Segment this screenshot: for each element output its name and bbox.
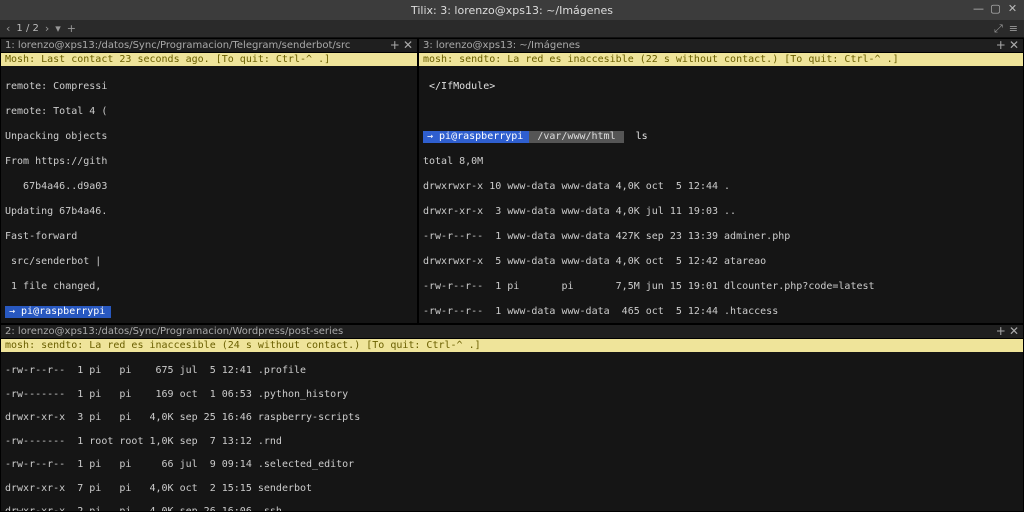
prompt-line: → pi@raspberrypi/var/www/html ls xyxy=(423,131,1019,144)
prompt-line: → pi@raspberrypi xyxy=(5,306,413,319)
pane-title: 3: lorenzo@xps13: ~/Imágenes xyxy=(423,40,580,51)
pane-close-button[interactable]: ✕ xyxy=(1009,38,1019,52)
prompt-command: ls xyxy=(624,131,648,142)
toolbar: ‹ 1 / 2 › ▾ + ⤢ ≡ xyxy=(0,20,1024,38)
fullscreen-button[interactable]: ⤢ xyxy=(994,22,1003,36)
window-minimize-button[interactable]: — xyxy=(973,3,984,14)
pane-add-button[interactable]: + xyxy=(996,324,1006,338)
mosh-status-bar: mosh: sendto: La red es inaccesible (22 … xyxy=(419,53,1023,66)
session-counter: 1 / 2 xyxy=(16,23,38,34)
window-titlebar: Tilix: 3: lorenzo@xps13: ~/Imágenes — ▢ … xyxy=(0,0,1024,20)
window-close-button[interactable]: ✕ xyxy=(1007,3,1018,14)
mosh-status-bar: Mosh: Last contact 23 seconds ago. [To q… xyxy=(1,53,417,66)
pane-close-button[interactable]: ✕ xyxy=(1009,324,1019,338)
pane-titlebar: 1: lorenzo@xps13:/datos/Sync/Programacio… xyxy=(1,39,417,53)
next-session-button[interactable]: › xyxy=(45,22,49,35)
prompt-path: /var/www/html xyxy=(529,131,623,144)
terminal-pane-2[interactable]: 2: lorenzo@xps13:/datos/Sync/Programacio… xyxy=(0,324,1024,512)
prompt-user: → pi@raspberrypi xyxy=(5,306,111,319)
add-terminal-button[interactable]: + xyxy=(67,22,76,35)
terminal-output[interactable]: -rw-r--r-- 1 pi pi 675 jul 5 12:41 .prof… xyxy=(1,352,1023,511)
pane-titlebar: 2: lorenzo@xps13:/datos/Sync/Programacio… xyxy=(1,325,1023,339)
pane-title: 1: lorenzo@xps13:/datos/Sync/Programacio… xyxy=(5,40,350,51)
prev-session-button[interactable]: ‹ xyxy=(6,22,10,35)
pane-close-button[interactable]: ✕ xyxy=(403,38,413,52)
terminal-output[interactable]: </IfModule> → pi@raspberrypi/var/www/htm… xyxy=(419,66,1023,323)
terminal-output[interactable]: remote: Compressi remote: Total 4 ( Unpa… xyxy=(1,66,417,323)
window-title: Tilix: 3: lorenzo@xps13: ~/Imágenes xyxy=(411,4,613,17)
pane-titlebar: 3: lorenzo@xps13: ~/Imágenes + ✕ xyxy=(419,39,1023,53)
pane-title: 2: lorenzo@xps13:/datos/Sync/Programacio… xyxy=(5,326,343,337)
session-dropdown-icon[interactable]: ▾ xyxy=(55,22,61,35)
terminal-pane-1[interactable]: 1: lorenzo@xps13:/datos/Sync/Programacio… xyxy=(0,38,418,324)
window-maximize-button[interactable]: ▢ xyxy=(990,3,1001,14)
pane-add-button[interactable]: + xyxy=(996,38,1006,52)
mosh-status-bar: mosh: sendto: La red es inaccesible (24 … xyxy=(1,339,1023,352)
pane-add-button[interactable]: + xyxy=(390,38,400,52)
hamburger-menu-icon[interactable]: ≡ xyxy=(1009,22,1018,35)
prompt-user: → pi@raspberrypi xyxy=(423,131,529,144)
terminal-pane-3[interactable]: 3: lorenzo@xps13: ~/Imágenes + ✕ mosh: s… xyxy=(418,38,1024,324)
